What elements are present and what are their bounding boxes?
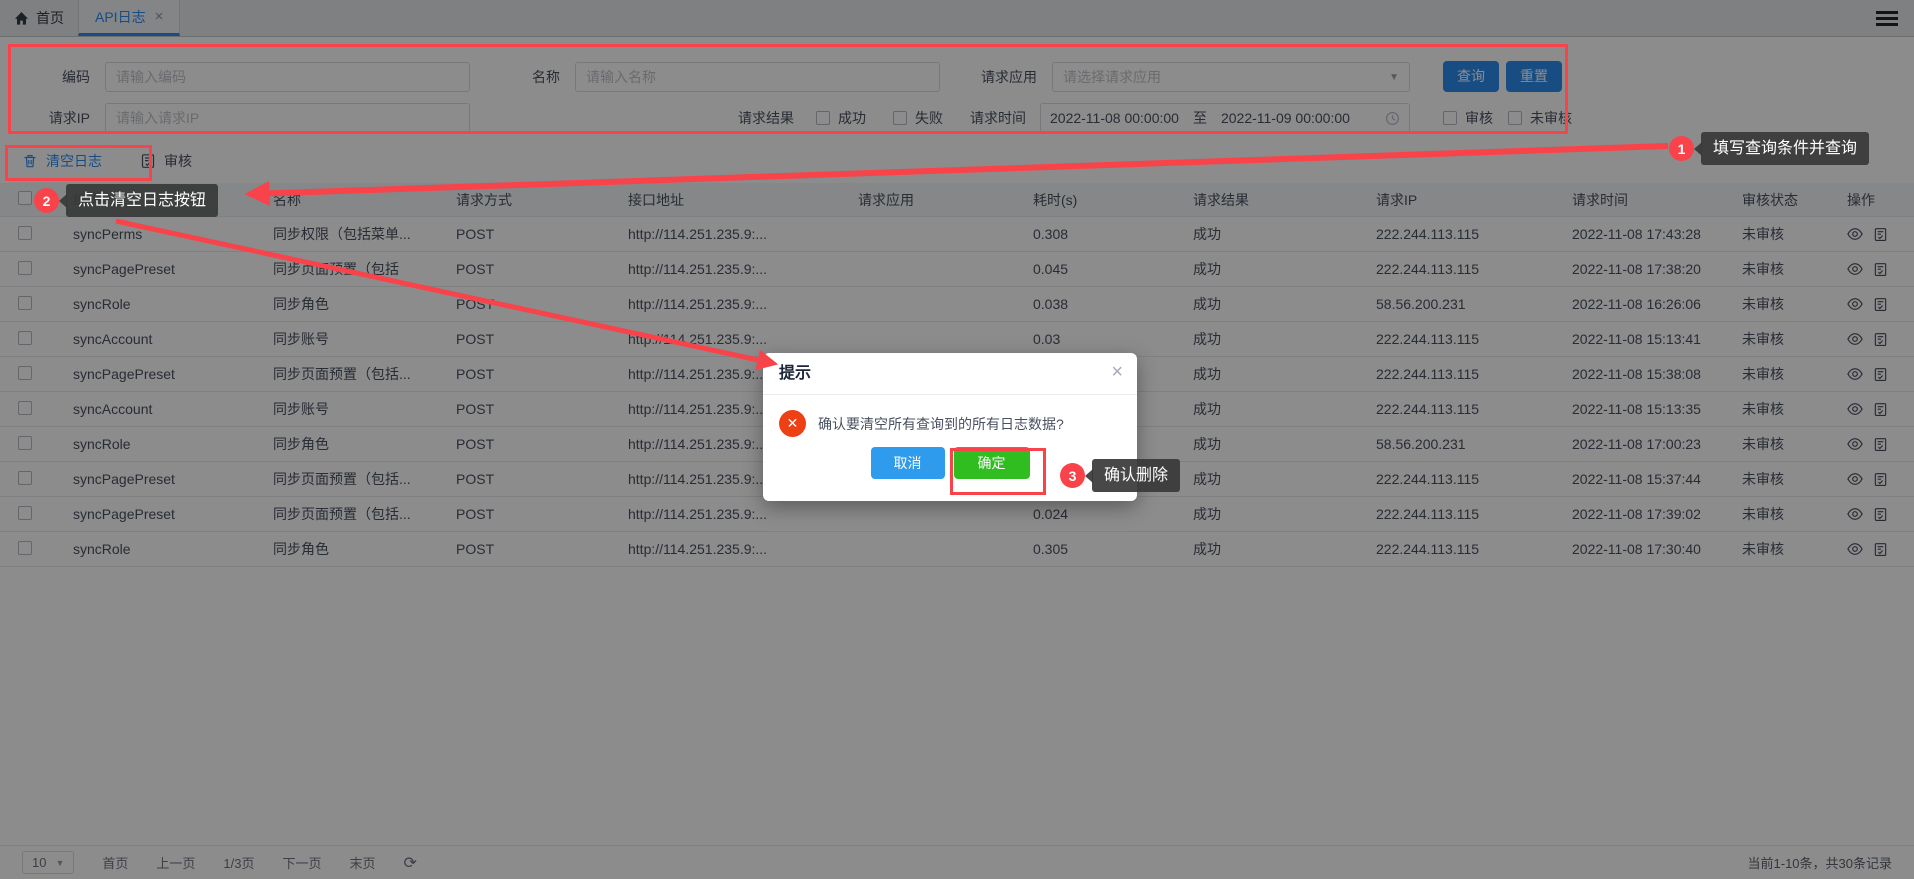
cancel-button[interactable]: 取消 xyxy=(870,447,945,479)
dialog-message: 确认要清空所有查询到的所有日志数据? xyxy=(818,415,1064,432)
close-icon[interactable]: × xyxy=(1111,362,1123,382)
dialog-title: 提示 xyxy=(763,353,1137,395)
error-icon: ✕ xyxy=(779,410,806,437)
confirm-button[interactable]: 确定 xyxy=(953,447,1030,479)
confirm-dialog: 提示 × ✕ 确认要清空所有查询到的所有日志数据? 取消 确定 xyxy=(763,353,1137,501)
